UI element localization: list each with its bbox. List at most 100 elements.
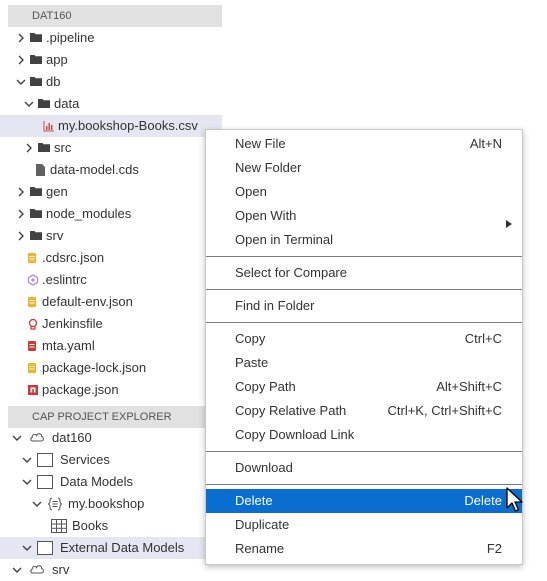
tree-item-label: .pipeline [46,30,95,45]
chevron-right-icon[interactable] [14,225,28,247]
menu-separator [206,256,522,257]
tree-item-db[interactable]: db [0,71,222,93]
menu-item-open[interactable]: Open [206,180,522,204]
tree-item-srv[interactable]: srv [0,225,222,247]
menu-separator [206,289,522,290]
context-menu: New File Alt+N New Folder Open Open With Open… [205,129,523,565]
json-file-icon [26,247,40,269]
folder-icon [29,181,43,203]
menu-item-new-folder[interactable]: New Folder [206,156,522,180]
cap-item-label: Data Models [60,474,133,489]
cap-item-label: External Data Models [60,540,185,555]
tree-item-pipeline[interactable]: .pipeline [0,27,222,49]
menu-item-label: Copy Path [235,379,296,394]
menu-item-label: Duplicate [235,517,290,532]
chevron-right-icon[interactable] [14,181,28,203]
menu-item-label: Open With [235,208,297,223]
tree-item-label: db [46,74,61,89]
tree-item-default-env-json[interactable]: default-env.json [0,291,222,313]
menu-item-label: Download [235,460,293,475]
tree-item-cdsrc-json[interactable]: .cdsrc.json [0,247,222,269]
chevron-right-icon[interactable] [14,49,28,71]
tree-item-gen[interactable]: gen [0,181,222,203]
chevron-down-icon[interactable] [20,537,34,559]
menu-item-rename[interactable]: Rename F2 [206,537,522,561]
menu-item-label: Copy Relative Path [235,403,347,418]
chevron-down-icon[interactable] [20,471,34,493]
menu-item-find-in-folder[interactable]: Find in Folder [206,294,522,318]
tree-item-label: src [54,140,72,155]
mouse-pointer-icon [506,487,524,518]
chevron-down-icon[interactable] [22,93,36,115]
tree-item-package-json[interactable]: package.json [0,379,222,401]
chevron-down-icon[interactable] [10,427,24,449]
folder-icon [37,137,51,159]
menu-item-shortcut: Ctrl+K, Ctrl+Shift+C [387,403,502,418]
menu-item-label: Rename [235,541,285,556]
folder-icon [29,27,43,49]
menu-item-new-file[interactable]: New File Alt+N [206,132,522,156]
tree-item-label: package-lock.json [42,360,147,375]
menu-item-copy-relative-path[interactable]: Copy Relative Path Ctrl+K, Ctrl+Shift+C [206,399,522,423]
cap-item-external-data-models[interactable]: External Data Models [0,537,222,559]
menu-item-label: Open in Terminal [235,232,334,247]
yaml-file-icon [26,335,40,357]
tree-item-src[interactable]: src [0,137,222,159]
menu-item-paste[interactable]: Paste [206,351,522,375]
namespace-icon [46,493,64,515]
menu-item-open-with[interactable]: Open With [206,204,522,228]
folder-icon [29,203,43,225]
menu-item-shortcut: F2 [486,541,502,556]
menu-item-open-in-terminal[interactable]: Open in Terminal [206,228,522,252]
cap-project-explorer-header[interactable]: CAP PROJECT EXPLORER [8,406,222,428]
chevron-down-icon[interactable] [14,71,28,93]
chevron-down-icon[interactable] [10,559,24,581]
chevron-right-icon[interactable] [14,203,28,225]
tree-item-label: .eslintrc [42,272,87,287]
cap-item-services[interactable]: Services [0,449,222,471]
menu-item-copy[interactable]: Copy Ctrl+C [206,327,522,351]
menu-separator [206,322,522,323]
folder-icon [37,93,51,115]
cap-item-srv[interactable]: srv [0,559,222,581]
tree-item-jenkinsfile[interactable]: Jenkinsfile [0,313,222,335]
cap-item-label: dat160 [52,430,92,445]
tree-item-label: Jenkinsfile [42,316,103,331]
chevron-down-icon[interactable] [20,449,34,471]
tree-item-eslintrc[interactable]: .eslintrc [0,269,222,291]
tree-item-label: gen [46,184,68,199]
menu-item-copy-path[interactable]: Copy Path Alt+Shift+C [206,375,522,399]
folder-icon [29,71,43,93]
chevron-right-icon[interactable] [14,27,28,49]
tree-item-package-lock-json[interactable]: package-lock.json [0,357,222,379]
tree-item-app[interactable]: app [0,49,222,71]
box-icon [36,537,54,559]
folder-icon [29,49,43,71]
tree-item-data[interactable]: data [0,93,222,115]
menu-item-duplicate[interactable]: Duplicate [206,513,522,537]
tree-item-label: srv [46,228,64,243]
workspace-header[interactable]: DAT160 [8,5,222,27]
cap-item-books[interactable]: Books [0,515,222,537]
menu-item-delete[interactable]: Delete Delete [206,489,522,513]
menu-item-download[interactable]: Download [206,456,522,480]
tree-item-data-model-cds[interactable]: data-model.cds [0,159,222,181]
cap-item-data-models[interactable]: Data Models [0,471,222,493]
jenkins-file-icon [26,313,40,335]
menu-item-shortcut: Ctrl+C [464,331,502,346]
menu-item-select-for-compare[interactable]: Select for Compare [206,261,522,285]
cap-item-my-bookshop[interactable]: my.bookshop [0,493,222,515]
menu-item-copy-download-link[interactable]: Copy Download Link [206,423,522,447]
chevron-down-icon[interactable] [30,493,44,515]
menu-item-label: Delete [235,493,273,508]
tree-item-node-modules[interactable]: node_modules [0,203,222,225]
cap-item-dat160[interactable]: dat160 [0,427,222,449]
tree-item-my-bookshop-books-csv[interactable]: my.bookshop-Books.csv [0,115,222,137]
cap-item-label: Books [72,518,109,533]
menu-item-shortcut: Delete [464,493,502,508]
chevron-right-icon[interactable] [22,137,36,159]
tree-item-mta-yaml[interactable]: mta.yaml [0,335,222,357]
tree-item-label: data-model.cds [50,162,139,177]
cloud-icon [28,559,46,581]
menu-item-label: Open [235,184,267,199]
